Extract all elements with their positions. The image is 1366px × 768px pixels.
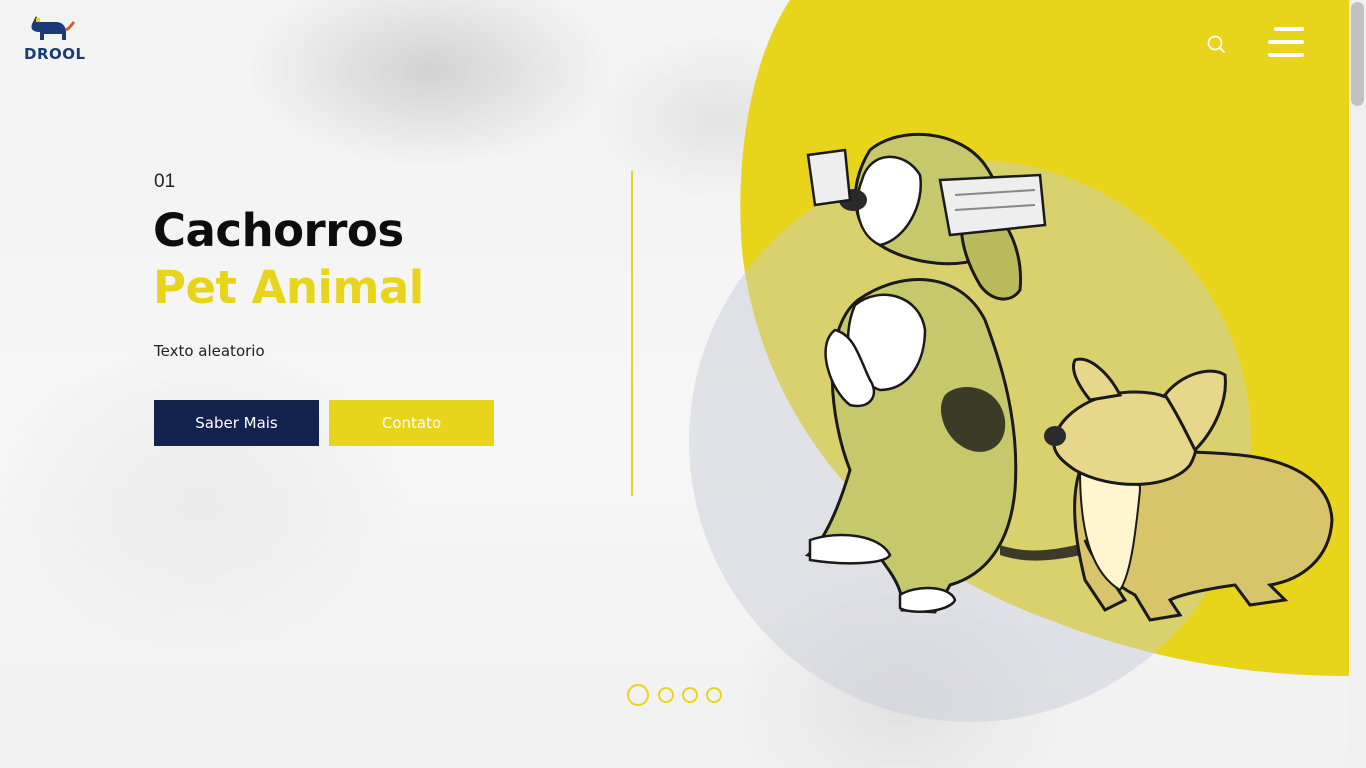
slider-dots [627, 683, 727, 707]
page-scrollbar[interactable] [1349, 0, 1366, 768]
slide-number: 01 [154, 171, 176, 192]
hero-subtitle: Pet Animal [153, 261, 424, 314]
hero-description: Texto aleatorio [154, 342, 265, 360]
hero-illustration-area [689, 0, 1349, 722]
slider-dot-1[interactable] [627, 684, 649, 706]
search-icon [1207, 35, 1225, 53]
brand-name: DROOL [24, 45, 86, 63]
slider-dot-2[interactable] [658, 687, 674, 703]
hamburger-menu-icon [1274, 27, 1304, 31]
menu-line [1268, 53, 1304, 57]
menu-button[interactable] [1266, 27, 1304, 57]
search-button[interactable] [1204, 32, 1228, 56]
slider-dot-4[interactable] [706, 687, 722, 703]
scrollbar-thumb[interactable] [1351, 2, 1364, 106]
menu-line [1268, 40, 1304, 44]
saber-mais-button[interactable]: Saber Mais [154, 400, 319, 446]
dog-icon [31, 16, 76, 40]
hero-title: Cachorros [153, 204, 404, 257]
vertical-divider [631, 171, 633, 496]
slider-dot-3[interactable] [682, 687, 698, 703]
contato-button[interactable]: Contato [329, 400, 494, 446]
